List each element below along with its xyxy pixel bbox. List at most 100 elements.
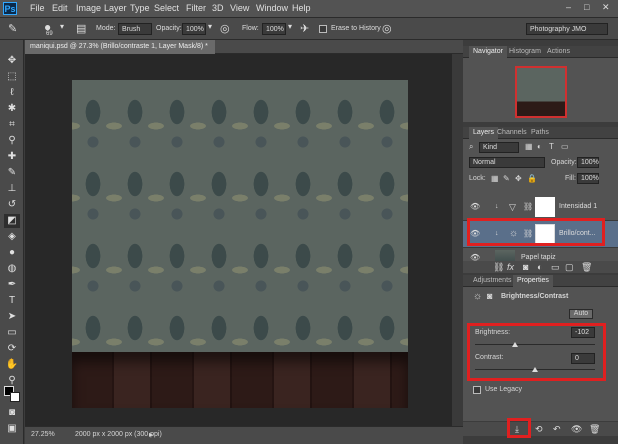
fill-input[interactable]: 100% — [577, 173, 599, 184]
menu-select[interactable]: Select — [154, 3, 179, 13]
menu-type[interactable]: Type — [130, 3, 150, 13]
eraser-tool-icon[interactable]: ◩ — [4, 214, 20, 228]
eyedropper-tool-icon[interactable]: ⚲ — [4, 134, 20, 148]
dodge-tool-icon[interactable]: ◍ — [4, 262, 20, 276]
3d-rotate-tool-icon[interactable]: ⟳ — [4, 342, 20, 356]
blur-tool-icon[interactable]: ● — [4, 246, 20, 260]
erase-to-history-checkbox[interactable] — [319, 25, 327, 33]
background-color-swatch[interactable] — [10, 392, 20, 402]
tab-channels[interactable]: Channels — [493, 127, 531, 139]
brush-tool-icon[interactable]: ✎ — [4, 166, 20, 180]
history-brush-tool-icon[interactable]: ↺ — [4, 198, 20, 212]
rectangle-tool-icon[interactable]: ▭ — [4, 326, 20, 340]
history-brush-icon[interactable]: ✎ — [8, 22, 17, 35]
quick-selection-tool-icon[interactable]: ✱ — [4, 102, 20, 116]
tab-actions[interactable]: Actions — [543, 46, 574, 58]
document-canvas[interactable] — [72, 80, 408, 408]
auto-button[interactable]: Auto — [569, 309, 593, 319]
close-window-button[interactable]: ✕ — [602, 2, 610, 13]
filter-type-icon[interactable]: T — [549, 142, 554, 151]
pressure-size-icon[interactable]: ◎ — [382, 22, 392, 35]
pen-tool-icon[interactable]: ✒ — [4, 278, 20, 292]
trash-icon[interactable]: 🗑 — [589, 424, 600, 435]
tab-histogram[interactable]: Histogram — [505, 46, 545, 58]
chevron-down-icon[interactable]: ▾ — [60, 22, 64, 31]
use-legacy-label: Use Legacy — [485, 386, 522, 393]
menu-layer[interactable]: Layer — [104, 3, 127, 13]
blend-mode-select[interactable]: Normal — [469, 157, 545, 168]
healing-brush-tool-icon[interactable]: ✚ — [4, 150, 20, 164]
status-bar: 27.25% 2000 px x 2000 px (300 ppi) ▸ — [25, 426, 463, 444]
tab-adjustments[interactable]: Adjustments — [469, 275, 516, 287]
layer-style-icon[interactable]: fx — [507, 262, 514, 272]
reset-icon[interactable]: ↶ — [553, 424, 561, 435]
clone-stamp-tool-icon[interactable]: ⊥ — [4, 182, 20, 196]
link-layers-icon[interactable]: ⛓ — [493, 262, 504, 273]
vertical-scrollbar[interactable] — [452, 54, 463, 426]
layers-footer: ⛓ fx ◙ ◐ ▭ ▢ 🗑 — [463, 261, 618, 273]
navigator-thumbnail[interactable] — [515, 66, 567, 118]
mask-icon[interactable]: ◙ — [487, 291, 492, 301]
lock-position-icon[interactable]: ✥ — [515, 174, 522, 183]
brush-panel-icon[interactable]: ▤ — [76, 22, 86, 35]
canvas-area[interactable] — [25, 54, 463, 426]
marquee-tool-icon[interactable]: ⬚ — [4, 70, 20, 84]
zoom-level[interactable]: 27.25% — [31, 431, 55, 438]
menu-edit[interactable]: Edit — [52, 3, 68, 13]
paint-bucket-tool-icon[interactable]: ◈ — [4, 230, 20, 244]
document-tab[interactable]: maniqui.psd @ 27.3% (Brillo/contraste 1,… — [25, 40, 215, 64]
tab-navigator[interactable]: Navigator — [469, 46, 507, 58]
layer-name: Papel tapiz — [521, 254, 556, 261]
tab-properties[interactable]: Properties — [513, 275, 553, 287]
quick-mask-icon[interactable]: ◙ — [4, 406, 20, 420]
maximize-button[interactable]: □ — [584, 2, 589, 12]
lock-transparency-icon[interactable]: ▦ — [491, 174, 499, 183]
airbrush-icon[interactable]: ✈ — [300, 22, 309, 35]
path-selection-tool-icon[interactable]: ➤ — [4, 310, 20, 324]
lock-pixels-icon[interactable]: ✎ — [503, 174, 510, 183]
flow-input[interactable]: 100% — [262, 23, 286, 35]
menu-filter[interactable]: Filter — [186, 3, 206, 13]
menu-help[interactable]: Help — [292, 3, 311, 13]
type-tool-icon[interactable]: T — [4, 294, 20, 308]
move-tool-icon[interactable]: ✥ — [4, 54, 20, 68]
menu-view[interactable]: View — [230, 3, 249, 13]
visibility-eye-icon[interactable]: 👁 — [571, 424, 582, 435]
new-layer-icon[interactable]: ▢ — [565, 262, 574, 273]
arrow-right-icon[interactable]: ▸ — [149, 430, 153, 439]
document-tab-title: maniqui.psd @ 27.3% (Brillo/contraste 1,… — [30, 43, 208, 50]
lock-all-icon[interactable]: 🔒 — [527, 174, 537, 183]
menu-window[interactable]: Window — [256, 3, 288, 13]
trash-icon[interactable]: 🗑 — [581, 262, 592, 273]
use-legacy-checkbox[interactable] — [473, 386, 481, 394]
kind-filter-select[interactable]: Kind — [479, 142, 519, 153]
chevron-down-icon[interactable]: ▾ — [208, 22, 212, 31]
layer-row[interactable]: 👁 ↓ ▽ ⛓ Intensidad 1 — [463, 194, 618, 221]
group-icon[interactable]: ▭ — [551, 262, 560, 273]
menu-file[interactable]: File — [30, 3, 45, 13]
tab-paths[interactable]: Paths — [527, 127, 553, 139]
pressure-opacity-icon[interactable]: ◎ — [220, 22, 230, 35]
eye-icon[interactable]: 👁 — [470, 202, 480, 211]
layer-opacity-input[interactable]: 100% — [577, 157, 599, 168]
filter-pixel-icon[interactable]: ▦ — [525, 142, 533, 151]
adjustment-layer-icon[interactable]: ◐ — [537, 262, 542, 272]
add-mask-icon[interactable]: ◙ — [523, 262, 528, 272]
chevron-down-icon[interactable]: ▾ — [288, 22, 292, 31]
menu-image[interactable]: Image — [76, 3, 101, 13]
mode-select[interactable]: Brush — [118, 23, 152, 35]
layer-mask-thumbnail[interactable] — [535, 197, 555, 217]
navigator-panel-tabs: Navigator Histogram Actions — [463, 46, 618, 58]
filter-adjustment-icon[interactable]: ◐ — [537, 142, 542, 151]
filter-shape-icon[interactable]: ▭ — [561, 142, 569, 151]
brightness-sun-icon: ☼ — [473, 291, 483, 302]
menu-3d[interactable]: 3D — [212, 3, 224, 13]
workspace-select[interactable]: Photography JMO — [526, 23, 608, 35]
hand-tool-icon[interactable]: ✋ — [4, 358, 20, 372]
view-previous-icon[interactable]: ⟲ — [535, 424, 543, 435]
lasso-tool-icon[interactable]: ℓ — [4, 86, 20, 100]
opacity-input[interactable]: 100% — [182, 23, 206, 35]
crop-tool-icon[interactable]: ⌗ — [4, 118, 20, 132]
screen-mode-icon[interactable]: ▣ — [4, 422, 20, 436]
minimize-button[interactable]: – — [566, 2, 571, 12]
